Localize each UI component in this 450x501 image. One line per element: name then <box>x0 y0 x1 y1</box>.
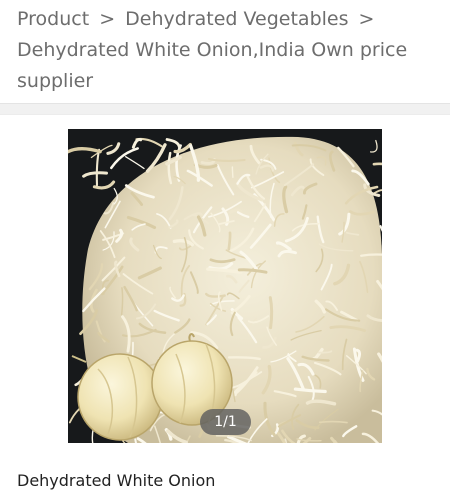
product-photo <box>68 129 382 443</box>
product-title: Dehydrated White Onion <box>17 471 216 490</box>
product-page: Product > Dehydrated Vegetables > Dehydr… <box>0 0 450 501</box>
breadcrumb-separator: > <box>99 8 116 30</box>
onion-flake <box>268 296 274 330</box>
onion-flake <box>231 166 234 178</box>
breadcrumb-item-current: Dehydrated White Onion,India Own price s… <box>17 39 408 92</box>
breadcrumb-item-dehydrated-vegetables[interactable]: Dehydrated Vegetables <box>125 8 348 30</box>
product-image-gallery[interactable] <box>68 129 382 443</box>
section-divider <box>0 103 450 115</box>
image-counter-badge: 1/1 <box>200 409 251 435</box>
onion-flake <box>227 231 232 251</box>
breadcrumb-separator: > <box>358 8 375 30</box>
breadcrumb-item-product[interactable]: Product <box>17 8 89 30</box>
breadcrumb: Product > Dehydrated Vegetables > Dehydr… <box>17 4 442 97</box>
